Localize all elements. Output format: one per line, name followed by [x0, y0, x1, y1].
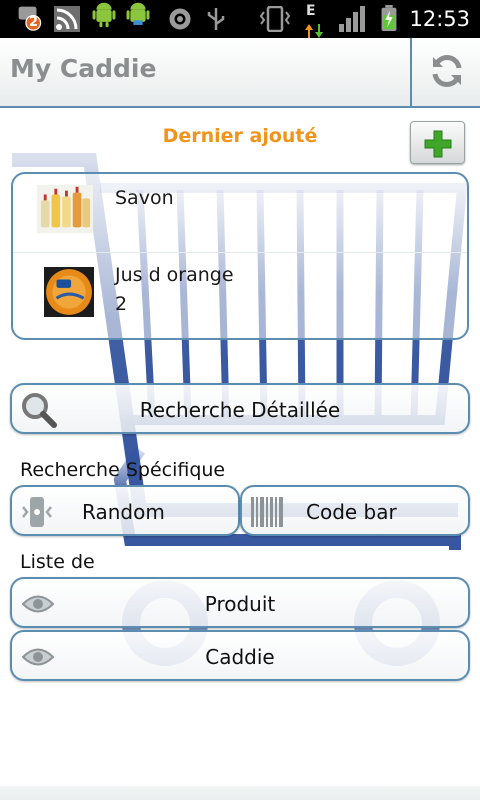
settings-icon	[169, 8, 191, 30]
plus-icon	[424, 130, 452, 158]
recent-section-title: Dernier ajouté	[162, 125, 318, 147]
item-quantity: 2	[115, 293, 128, 315]
item-name: Jus d orange	[115, 264, 234, 286]
usb-icon	[207, 8, 225, 30]
network-type: E	[306, 3, 316, 19]
item-name: Savon	[115, 187, 174, 209]
notification-count: 2	[29, 15, 39, 30]
recent-items-list: Savon Jus d orange 2	[11, 172, 469, 340]
clock: 12:53	[409, 7, 470, 31]
random-button[interactable]: Random	[10, 485, 240, 536]
refresh-icon	[432, 55, 462, 87]
barcode-label: Code bar	[306, 500, 397, 524]
android-icon	[126, 2, 150, 25]
orange-juice-thumb	[44, 267, 94, 317]
list-item[interactable]: Jus d orange 2	[13, 252, 467, 330]
product-list-button[interactable]: Produit	[10, 577, 470, 628]
random-phone-icon	[22, 497, 52, 527]
random-label: Random	[82, 500, 165, 524]
list-section-title: Liste de	[20, 551, 95, 573]
refresh-button[interactable]	[410, 38, 480, 106]
battery-charging-icon	[381, 5, 397, 31]
caddie-list-button[interactable]: Caddie	[10, 630, 470, 681]
app-title: My Caddie	[10, 54, 157, 83]
product-label: Produit	[204, 592, 276, 616]
vibrate-icon	[259, 6, 291, 32]
barcode-icon	[251, 497, 283, 527]
bottom-bar	[0, 786, 480, 800]
wifi-icon	[54, 6, 80, 32]
specific-search-title: Recherche Spécifique	[20, 459, 226, 481]
title-bar: My Caddie	[0, 38, 480, 108]
detailed-search-button[interactable]: Recherche Détaillée	[10, 383, 470, 434]
android-debug-icon	[92, 2, 116, 28]
signal-icon	[339, 6, 365, 32]
status-bar: 2 E 12:53	[0, 0, 480, 38]
detailed-search-label: Recherche Détaillée	[139, 398, 341, 422]
soap-bottles-thumb	[37, 184, 93, 234]
caddie-label: Caddie	[205, 645, 275, 669]
add-item-button[interactable]	[410, 121, 465, 164]
list-item[interactable]: Savon	[13, 174, 467, 252]
barcode-button[interactable]: Code bar	[240, 485, 470, 536]
